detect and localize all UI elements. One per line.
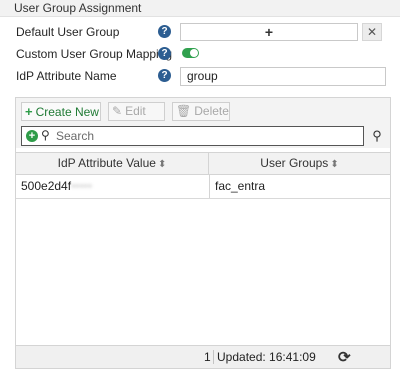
refresh-icon[interactable]: ⟳ [338, 348, 351, 366]
row-count: 1 [204, 350, 211, 364]
close-icon: ✕ [366, 25, 378, 39]
custom-mapping-toggle[interactable] [182, 48, 199, 58]
search-button[interactable]: ⚲ [367, 126, 387, 146]
sort-icon: ⬍ [157, 159, 167, 170]
help-icon[interactable]: ? [158, 47, 171, 60]
create-new-button[interactable]: + Create New [21, 102, 101, 121]
clear-default-group-button[interactable]: ✕ [362, 23, 382, 41]
status-divider [213, 350, 214, 364]
default-user-group-label: Default User Group [16, 25, 120, 39]
idp-attribute-name-label: IdP Attribute Name [16, 69, 117, 83]
search-input[interactable] [56, 128, 356, 144]
help-icon[interactable]: ? [158, 69, 171, 82]
search-box[interactable]: + ⚲ [21, 126, 364, 146]
toggle-knob [190, 49, 198, 57]
table-row[interactable]: 500e2d4f••••• fac_entra [16, 175, 390, 199]
plus-icon: + [25, 104, 33, 119]
plus-icon: + [264, 24, 274, 40]
status-bar: 1 Updated: 16:41:09 ⟳ [16, 345, 390, 368]
updated-timestamp: Updated: 16:41:09 [217, 350, 316, 364]
delete-label: Delete [194, 104, 229, 118]
column-label: User Groups [260, 156, 329, 170]
column-header-idp-value[interactable]: IdP Attribute Value ⬍ [16, 153, 209, 174]
edit-button[interactable]: ✎ Edit [108, 102, 165, 121]
search-row: + ⚲ ⚲ [16, 124, 390, 148]
section-title: User Group Assignment [14, 1, 142, 15]
help-icon[interactable]: ? [158, 25, 171, 38]
column-label: IdP Attribute Value [57, 156, 156, 170]
section-header: User Group Assignment [0, 0, 400, 17]
column-header-user-groups[interactable]: User Groups ⬍ [209, 153, 390, 174]
redacted-text: ••••• [71, 179, 93, 193]
user-group-cell: fac_entra [209, 175, 390, 198]
idp-value-text: 500e2d4f [21, 179, 72, 193]
delete-icon: 🗑 [176, 104, 192, 118]
sort-icon: ⬍ [330, 159, 339, 170]
table-header: IdP Attribute Value ⬍ User Groups ⬍ [16, 152, 390, 175]
add-circle-icon[interactable]: + [26, 130, 38, 142]
idp-value-cell: 500e2d4f••••• [21, 175, 206, 198]
mapping-table-panel: +Create New ✎Edit 🗑Delete + ⚲ ⚲ IdP Attr… [15, 97, 391, 369]
edit-icon: ✎ [112, 104, 123, 118]
create-new-label: Create New [35, 105, 99, 119]
search-icon: ⚲ [41, 128, 50, 142]
default-user-group-select[interactable]: + [180, 23, 358, 41]
edit-label: Edit [125, 104, 146, 118]
idp-attribute-name-input[interactable]: group [180, 67, 386, 86]
custom-group-mapping-label: Custom User Group Mapping [16, 47, 173, 61]
delete-button[interactable]: 🗑 Delete [172, 102, 230, 121]
table-toolbar: + Create New ✎ Edit 🗑 Delete [16, 98, 390, 124]
